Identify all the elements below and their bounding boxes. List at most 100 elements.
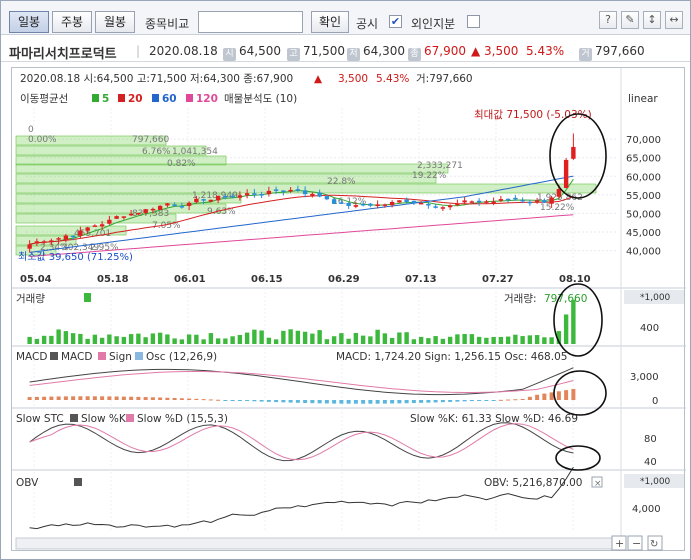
help-icon[interactable]: ? [599, 11, 617, 29]
info-pct: 5.43% [526, 44, 565, 58]
foreign-ownership-checkbox[interactable] [467, 15, 480, 28]
osc-bar [310, 400, 315, 404]
split-vertical-icon[interactable]: ↕ [643, 11, 661, 29]
stock-chart-window: 일봉 주봉 월봉 종목비교 확인 공시 ✔ 외인지분 ? ✎ ↕ ↔ 파마리서치… [0, 0, 691, 560]
volume-bar [498, 336, 504, 344]
scale-label[interactable]: linear [628, 93, 658, 105]
volume-bar [447, 336, 453, 344]
volume-bar [360, 335, 366, 344]
sign-legend-swatch[interactable] [98, 352, 106, 360]
notice-checkbox[interactable]: ✔ [389, 15, 402, 28]
osc-legend-swatch[interactable] [135, 352, 143, 360]
confirm-button[interactable]: 확인 [311, 11, 349, 33]
obv-tick: 4,000 [632, 504, 661, 515]
osc-bar [484, 400, 489, 401]
candle-body [346, 202, 351, 207]
volume-legend-swatch[interactable] [84, 293, 91, 302]
candle-body [49, 240, 54, 243]
close-badge: 종 [408, 48, 421, 61]
plus-icon[interactable]: + [615, 537, 624, 550]
candle-body [440, 207, 446, 209]
open-badge: 시 [223, 48, 236, 61]
chart-scrollbar[interactable] [15, 537, 613, 550]
candle-body [527, 201, 533, 204]
volume-bar [172, 338, 177, 344]
osc-bar [208, 399, 213, 401]
volume-bar [165, 334, 170, 344]
profile-label: 22.8% [327, 177, 356, 187]
slowk-legend-swatch[interactable] [70, 414, 78, 422]
osc-bar [223, 400, 228, 401]
foreign-ownership-label: 외인지분 [411, 17, 456, 31]
price-header-change: 3,500 [338, 73, 368, 85]
volume-bar [136, 333, 141, 344]
candle-body [259, 194, 264, 196]
candle-body [56, 238, 61, 240]
ma-legend[interactable]: 5 20 60 120 [92, 93, 218, 105]
profile-label: 0.82% [167, 159, 196, 169]
osc-bar [129, 396, 134, 400]
volume-bar [571, 299, 576, 344]
osc-bar [527, 396, 532, 400]
candle-body [92, 225, 98, 227]
volume-bar [368, 336, 373, 344]
candle-body [505, 198, 511, 201]
candle-body [165, 203, 170, 206]
osc-bar [361, 400, 366, 404]
volume-bar [505, 336, 511, 344]
stc-tick: 40 [644, 457, 657, 468]
volume-bar [462, 333, 467, 344]
volume-bar [382, 333, 388, 344]
split-horizontal-icon[interactable]: ↔ [665, 11, 683, 29]
volume-bar [194, 334, 199, 344]
obv-legend-swatch[interactable] [74, 478, 82, 486]
date-x-axis: 05.04 05.18 06.01 06.15 06.29 07.13 07.27 08.10 [20, 274, 591, 285]
price-header: 2020.08.18 시:64,500 고:71,500 저:64,300 종:… [20, 73, 293, 85]
candle-body [34, 241, 40, 244]
osc-bar [216, 399, 221, 401]
osc-bar [535, 394, 540, 400]
profile-label: 2,333,271 [417, 161, 463, 171]
macd-legend-swatch[interactable] [50, 352, 58, 360]
slowd-legend-swatch[interactable] [126, 414, 134, 422]
osc-bar [491, 400, 496, 401]
minus-icon[interactable]: − [632, 537, 641, 550]
volume-bar [259, 330, 264, 344]
compare-input[interactable] [198, 11, 303, 33]
volume-bar [121, 336, 127, 344]
volume-bar [339, 333, 344, 344]
osc-bar [85, 396, 90, 400]
volume-bar [411, 339, 417, 344]
osc-bar [332, 400, 337, 404]
osc-bar [375, 400, 380, 404]
volume-bar [324, 339, 330, 344]
candle-body [375, 204, 380, 206]
osc-bar [455, 400, 460, 402]
candle-body [136, 212, 141, 215]
volume-value-label: 거래량: [504, 293, 537, 305]
volume-bar [549, 337, 554, 344]
chart-canvas[interactable]: 2020.08.18 시:64,500 고:71,500 저:64,300 종:… [12, 68, 686, 552]
osc-bar [477, 400, 482, 401]
osc-bar [259, 400, 264, 402]
tab-daily[interactable]: 일봉 [9, 11, 49, 33]
tab-monthly[interactable]: 월봉 [95, 11, 135, 33]
candle-body [172, 204, 177, 207]
profile-label: 19.22% [412, 171, 447, 181]
candle-body [157, 205, 163, 210]
low-badge: 저 [347, 48, 360, 61]
price-header-pct: 5.43% [376, 73, 409, 85]
tab-weekly[interactable]: 주봉 [52, 11, 92, 33]
date-tick: 05.04 [20, 274, 52, 285]
date-tick: 05.18 [97, 274, 129, 285]
osc-bar [230, 400, 235, 401]
close-icon[interactable]: × [594, 479, 602, 489]
profile-label: 1,041,354 [172, 147, 218, 157]
refresh-icon[interactable]: ↻ [650, 539, 658, 550]
volume-bar [534, 335, 540, 344]
volume-bar [223, 338, 228, 344]
ma-legend-label: 60 [162, 93, 177, 105]
edit-icon[interactable]: ✎ [621, 11, 639, 29]
volume-bar [41, 335, 47, 344]
chart-area[interactable]: 2020.08.18 시:64,500 고:71,500 저:64,300 종:… [11, 67, 686, 552]
